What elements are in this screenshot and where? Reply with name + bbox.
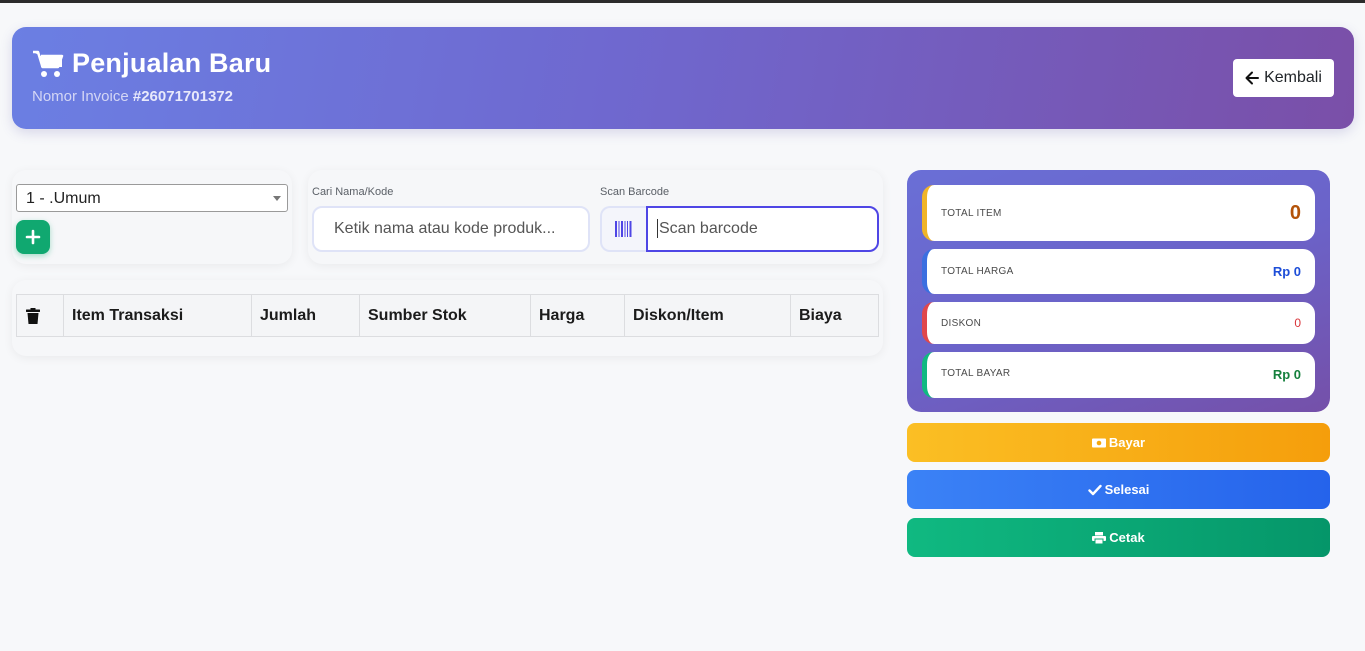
bayar-button[interactable]: Bayar [907, 423, 1330, 462]
total-item-card: TOTAL ITEM 0 [922, 185, 1315, 241]
column-harga: Harga [530, 294, 625, 337]
total-harga-label: TOTAL HARGA [941, 266, 1014, 277]
add-customer-button[interactable] [16, 220, 50, 254]
invoice-info: Nomor Invoice #26071701372 [32, 88, 233, 105]
total-bayar-card: TOTAL BAYAR Rp 0 [922, 352, 1315, 398]
customer-select[interactable]: 1 - .Umum [16, 184, 288, 212]
transaction-table: Item Transaksi Jumlah Sumber Stok Harga … [16, 294, 879, 337]
text-cursor [657, 219, 658, 238]
barcode-icon-box [600, 206, 646, 252]
total-harga-value: Rp 0 [1272, 264, 1301, 279]
arrow-left-icon [1245, 71, 1260, 85]
diskon-card: DISKON 0 [922, 302, 1315, 344]
column-biaya: Biaya [790, 294, 879, 337]
product-search-card: Cari Nama/Kode Scan Barcode [308, 170, 883, 264]
search-name-label: Cari Nama/Kode [312, 186, 394, 198]
back-button[interactable]: Kembali [1233, 59, 1334, 97]
column-diskon-item: Diskon/Item [624, 294, 791, 337]
money-bill-icon [1091, 438, 1106, 447]
barcode-label: Scan Barcode [600, 186, 670, 198]
total-harga-card: TOTAL HARGA Rp 0 [922, 249, 1315, 294]
window-top-border [0, 0, 1365, 3]
printer-icon [1092, 531, 1107, 544]
total-item-value: 0 [1289, 202, 1301, 224]
customer-selected-value: 1 - .Umum [26, 190, 101, 207]
plus-icon [25, 229, 41, 245]
invoice-label: Nomor Invoice [32, 88, 129, 105]
title-row: Penjualan Baru [32, 48, 271, 79]
diskon-value: 0 [1294, 316, 1301, 330]
shopping-cart-icon [33, 50, 64, 77]
back-button-label: Kembali [1264, 69, 1322, 86]
barcode-input-group [600, 206, 879, 252]
column-sumber-stok: Sumber Stok [359, 294, 531, 337]
column-jumlah: Jumlah [251, 294, 360, 337]
total-bayar-value: Rp 0 [1272, 367, 1301, 382]
customer-card: 1 - .Umum [12, 170, 292, 264]
total-item-label: TOTAL ITEM [941, 208, 1002, 219]
product-search-input[interactable] [312, 206, 590, 252]
check-icon [1087, 484, 1102, 495]
page-header: Penjualan Baru Nomor Invoice #2607170137… [12, 27, 1354, 129]
cetak-button[interactable]: Cetak [907, 518, 1330, 557]
invoice-number: #26071701372 [132, 88, 233, 105]
cetak-label: Cetak [1109, 530, 1145, 545]
transaction-table-card: Item Transaksi Jumlah Sumber Stok Harga … [12, 280, 883, 356]
barcode-icon [615, 221, 632, 237]
chevron-down-icon [273, 196, 281, 201]
barcode-input[interactable] [646, 206, 879, 252]
bayar-label: Bayar [1108, 435, 1146, 450]
delete-column-header [16, 294, 64, 337]
total-bayar-label: TOTAL BAYAR [941, 368, 1011, 379]
page-title: Penjualan Baru [72, 48, 272, 78]
table-header-row: Item Transaksi Jumlah Sumber Stok Harga … [16, 294, 879, 337]
diskon-label: DISKON [941, 318, 982, 329]
column-item-transaksi: Item Transaksi [63, 294, 252, 337]
selesai-label: Selesai [1104, 482, 1150, 497]
summary-panel: TOTAL ITEM 0 TOTAL HARGA Rp 0 DISKON 0 T… [907, 170, 1330, 412]
selesai-button[interactable]: Selesai [907, 470, 1330, 509]
trash-icon [26, 307, 40, 324]
